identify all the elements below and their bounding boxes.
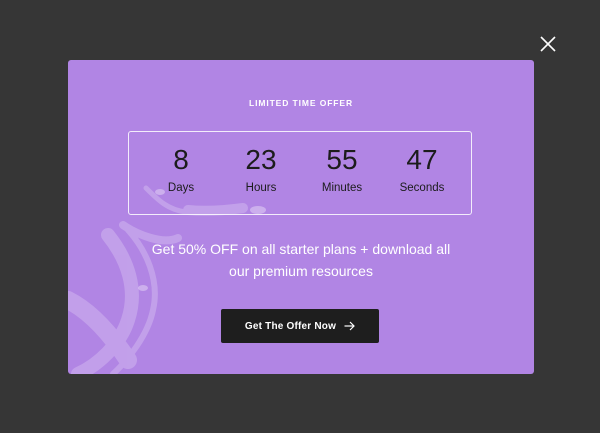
get-offer-button[interactable]: Get The Offer Now bbox=[221, 309, 379, 343]
countdown-days-label: Days bbox=[167, 182, 195, 194]
promo-line-2: our premium resources bbox=[229, 263, 373, 279]
promo-line-1: Get 50% OFF on all starter plans + downl… bbox=[151, 241, 451, 257]
close-icon bbox=[540, 36, 556, 52]
offer-eyebrow: LIMITED TIME OFFER bbox=[248, 98, 354, 108]
countdown-minutes-value: 55 bbox=[326, 144, 358, 175]
offer-modal: LIMITED TIME OFFER 8 Days 23 Hours 55 Mi… bbox=[68, 60, 534, 374]
countdown-minutes: 55 Minutes bbox=[302, 132, 382, 194]
countdown-minutes-label: Minutes bbox=[321, 182, 363, 194]
countdown-hours-value: 23 bbox=[245, 144, 277, 175]
countdown-days: 8 Days bbox=[141, 132, 221, 194]
countdown-seconds-label: Seconds bbox=[399, 182, 445, 194]
countdown-days-value: 8 bbox=[173, 144, 189, 175]
close-button[interactable] bbox=[537, 33, 559, 55]
arrow-right-icon bbox=[344, 321, 355, 331]
modal-overlay[interactable]: LIMITED TIME OFFER 8 Days 23 Hours 55 Mi… bbox=[0, 0, 600, 433]
countdown-seconds-value: 47 bbox=[406, 144, 438, 175]
countdown-timer: 8 Days 23 Hours 55 Minutes 47 Seconds bbox=[128, 131, 472, 215]
countdown-seconds: 47 Seconds bbox=[382, 132, 462, 194]
get-offer-button-label: Get The Offer Now bbox=[244, 320, 337, 332]
promo-text: Get 50% OFF on all starter plans + downl… bbox=[108, 238, 494, 282]
countdown-hours: 23 Hours bbox=[221, 132, 301, 194]
countdown-hours-label: Hours bbox=[245, 182, 277, 194]
